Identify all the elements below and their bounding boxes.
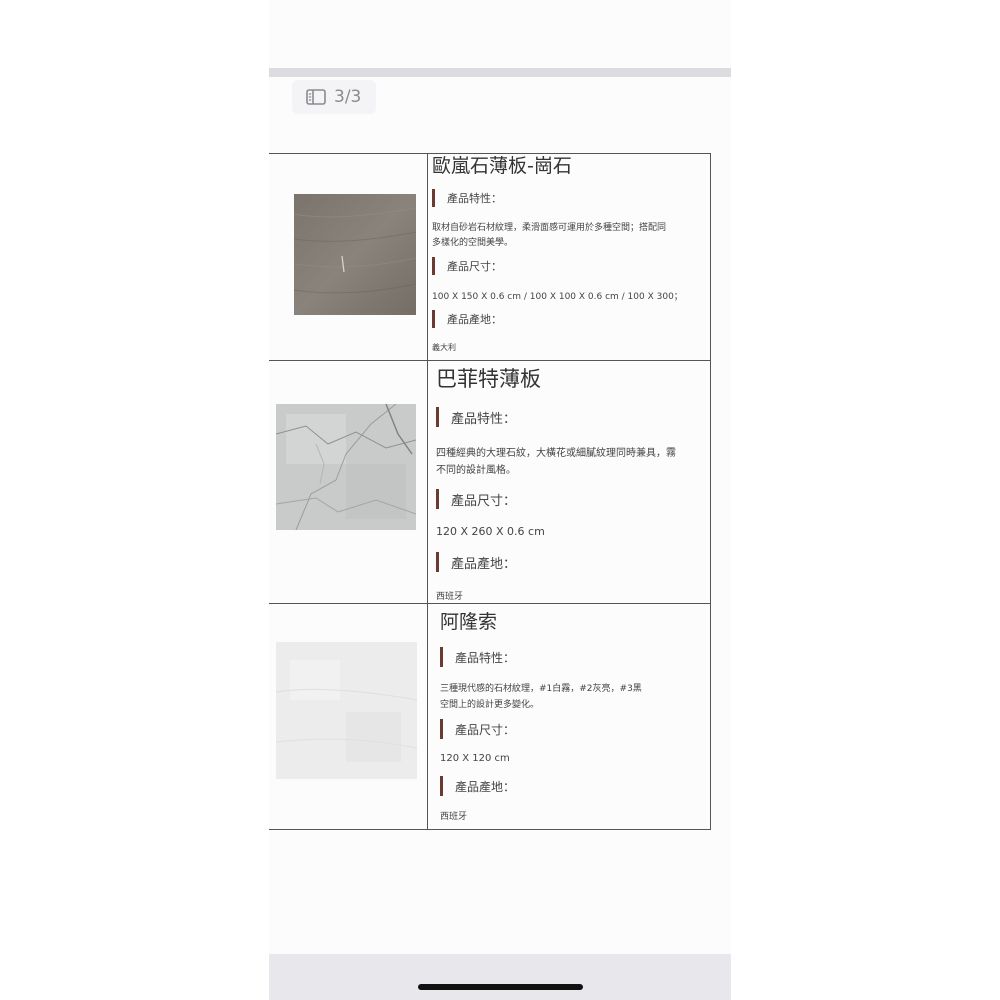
accent-bar <box>436 407 439 427</box>
origin-heading-label: 產品產地： <box>455 779 516 794</box>
table-border-right <box>710 153 711 830</box>
accent-bar <box>432 310 435 328</box>
feature-heading: 產品特性： <box>440 647 515 667</box>
page-indicator-label: 3/3 <box>334 87 362 107</box>
product-image-granite <box>294 194 416 315</box>
feature-text-line-1: 取材自砂岩石材紋理，柔滑面感可運用於多種空間；搭配同 <box>432 223 667 233</box>
accent-bar <box>440 776 443 796</box>
home-indicator[interactable] <box>418 984 583 990</box>
origin-heading-label: 產品產地： <box>447 313 502 326</box>
size-text: 120 X 120 cm <box>440 753 510 764</box>
size-heading-label: 產品尺寸： <box>455 722 516 737</box>
product-title: 阿隆索 <box>440 611 498 633</box>
feature-text-line-1: 三種現代感的石材紋理，#1白霧，#2灰亮，#3黑 <box>440 684 642 694</box>
top-status-bar <box>269 68 731 77</box>
size-heading: 產品尺寸： <box>432 257 502 275</box>
origin-heading: 產品產地： <box>432 310 502 328</box>
feature-heading: 產品特性： <box>432 189 502 207</box>
origin-heading-label: 產品產地： <box>451 556 517 572</box>
accent-bar <box>432 257 435 275</box>
feature-text-line-2: 不同的設計風格。 <box>436 465 516 476</box>
table-border-divider-1 <box>269 360 711 361</box>
feature-heading-label: 產品特性： <box>451 411 517 427</box>
feature-text-line-2: 空間上的設計更多變化。 <box>440 700 540 710</box>
accent-bar <box>436 489 439 509</box>
size-heading-label: 產品尺寸： <box>447 260 502 273</box>
origin-heading: 產品產地： <box>436 552 516 572</box>
bottom-bar <box>269 954 731 1000</box>
feature-heading-label: 產品特性： <box>455 650 516 665</box>
origin-text: 西班牙 <box>436 592 464 602</box>
size-text: 100 X 150 X 0.6 cm / 100 X 100 X 0.6 cm … <box>432 292 683 302</box>
sidebar-panel-icon <box>306 89 326 105</box>
accent-bar <box>440 647 443 667</box>
size-text: 120 X 260 X 0.6 cm <box>436 525 545 538</box>
page-indicator[interactable]: 3/3 <box>292 80 376 114</box>
origin-text: 義大利 <box>432 343 456 352</box>
product-title: 巴菲特薄板 <box>436 367 541 391</box>
table-border-divider-2 <box>269 603 711 604</box>
feature-text-line-1: 四種經典的大理石紋，大橫花或細膩紋理同時兼具，霧 <box>436 448 676 459</box>
origin-heading: 產品產地： <box>440 776 515 796</box>
feature-heading-label: 產品特性： <box>447 192 502 205</box>
origin-text: 西班牙 <box>440 812 468 822</box>
size-heading: 產品尺寸： <box>440 719 515 739</box>
accent-bar <box>436 552 439 572</box>
accent-bar <box>440 719 443 739</box>
product-image-white-stone <box>276 642 417 779</box>
table-border-bottom <box>269 829 711 830</box>
product-title: 歐嵐石薄板-崗石 <box>432 155 572 177</box>
size-heading-label: 產品尺寸： <box>451 493 517 509</box>
product-image-marble <box>276 404 416 530</box>
feature-heading: 產品特性： <box>436 407 516 427</box>
size-heading: 產品尺寸： <box>436 489 516 509</box>
feature-text-line-2: 多樣化的空間美學。 <box>432 238 514 248</box>
table-border-column <box>427 153 428 830</box>
accent-bar <box>432 189 435 207</box>
